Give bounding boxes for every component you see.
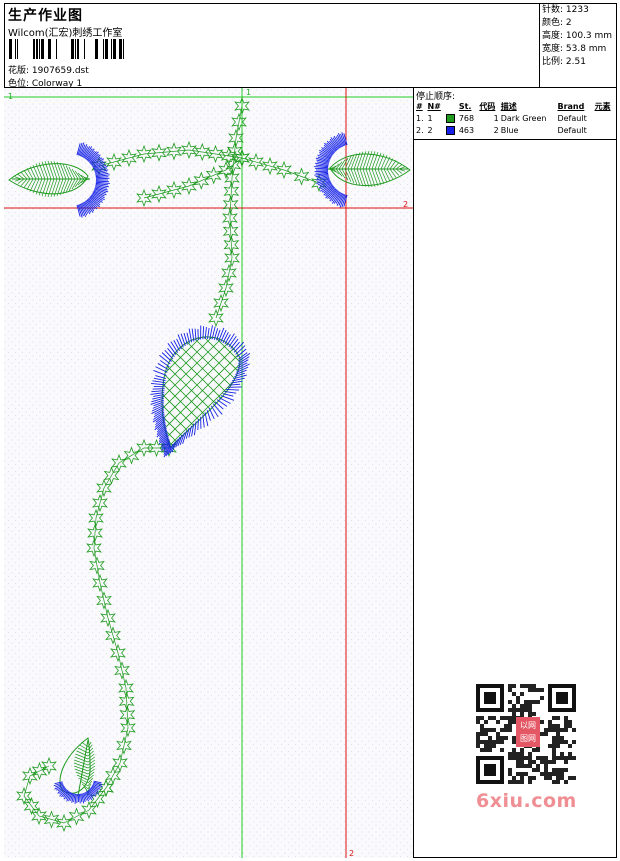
watermark-site[interactable]: 6xiu.com (476, 790, 577, 812)
col-description: 描述 (500, 101, 517, 111)
row-element (594, 124, 615, 136)
barcode (9, 39, 124, 59)
qr-badge-line2: 图网 (520, 734, 536, 743)
color-table: # N# St. 代码 描述 Brand 元素 1. 1 768 1 Dark … (415, 100, 615, 136)
color-table-header: # N# St. 代码 描述 Brand 元素 (415, 100, 615, 112)
design-stats: 针数: 1233 颜色: 2 高度: 100.3 mm 宽度: 53.8 mm … (540, 3, 617, 88)
col-index: # (416, 101, 423, 111)
sheet-title: 生产作业图 (8, 8, 83, 24)
studio-name: Wilcom(汇宏)刺绣工作室 (8, 28, 123, 39)
row-code: 2 (493, 125, 499, 135)
row-index: 2. (416, 125, 424, 135)
pattern-file: 花版: 1907659.dst (8, 66, 89, 76)
table-row: 2. 2 463 2 Blue Default (415, 124, 615, 136)
col-brand: Brand (557, 101, 585, 111)
color-swatch-dark-green (445, 113, 455, 123)
qr-watermark[interactable]: 以网 图网 (471, 680, 585, 800)
row-code: 1 (493, 113, 499, 123)
stat-stitch-count: 针数: 1233 (542, 5, 589, 15)
row-description: Dark Green (500, 113, 547, 123)
stat-scale: 比例: 2.51 (542, 57, 586, 67)
design-preview: 1 1 2 2 (4, 88, 413, 858)
table-row: 1. 1 768 1 Dark Green Default (415, 112, 615, 124)
row-index: 1. (416, 113, 424, 123)
row-brand: Default (557, 125, 587, 135)
guide-label-green-left: 1 (8, 92, 13, 101)
guide-label-red-right: 2 (403, 200, 408, 209)
stat-width: 宽度: 53.8 mm (542, 44, 607, 54)
stat-height: 高度: 100.3 mm (542, 31, 613, 41)
guide-label-red-bottom: 2 (349, 849, 354, 858)
guide-label-green-top: 1 (246, 88, 251, 97)
row-element (594, 112, 615, 124)
col-needle: N# (427, 101, 441, 111)
fabric-background (4, 88, 413, 858)
row-needle: 2 (427, 125, 433, 135)
row-description: Blue (500, 125, 519, 135)
qr-badge: 以网 图网 (516, 717, 540, 747)
row-needle: 1 (427, 113, 433, 123)
col-swatch (445, 100, 458, 112)
row-stitches: 463 (458, 125, 475, 135)
row-stitches: 768 (458, 113, 475, 123)
col-stitches: St. (458, 101, 472, 111)
col-code: 代码 (479, 101, 496, 111)
row-brand: Default (557, 113, 587, 123)
color-swatch-blue (445, 125, 455, 135)
design-canvas: 1 1 2 2 (4, 88, 414, 858)
stat-color-count: 颜色: 2 (542, 18, 572, 28)
header-block: 生产作业图 Wilcom(汇宏)刺绣工作室 花版: 1907659.dst 色位… (4, 3, 540, 89)
col-element: 元素 (594, 101, 611, 111)
qr-badge-line1: 以网 (520, 721, 536, 730)
table-divider (414, 139, 617, 140)
